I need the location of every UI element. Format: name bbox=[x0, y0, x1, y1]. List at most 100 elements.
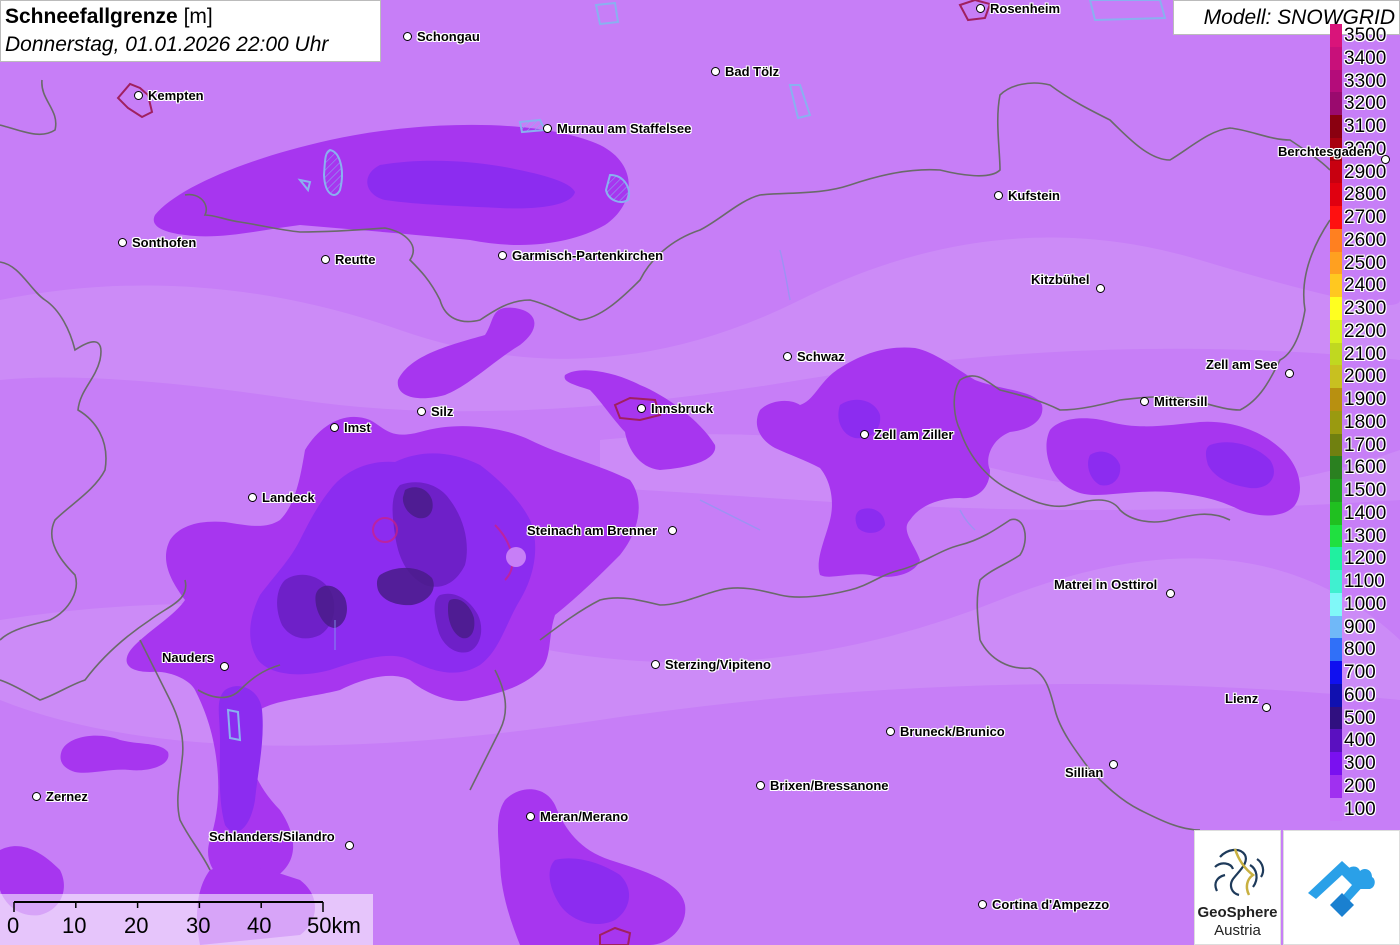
map-title-box: Schneefallgrenze [m] Donnerstag, 01.01.2… bbox=[0, 0, 381, 62]
legend-label: 2600 bbox=[1344, 229, 1387, 251]
legend-row: 3200 bbox=[1328, 92, 1400, 116]
city-dot-icon bbox=[1285, 369, 1294, 378]
map-hole bbox=[506, 547, 526, 567]
city-dot-icon bbox=[1381, 155, 1390, 164]
city-dot-icon bbox=[711, 67, 720, 76]
legend-label: 400 bbox=[1344, 730, 1376, 752]
legend-swatch bbox=[1330, 388, 1342, 411]
legend-label: 100 bbox=[1344, 798, 1376, 820]
city-label: Innsbruck bbox=[651, 401, 714, 416]
legend-swatch bbox=[1330, 183, 1342, 207]
geosphere-logo-icon bbox=[1214, 848, 1265, 897]
city-label: Bruneck/Brunico bbox=[900, 724, 1005, 739]
legend-swatch bbox=[1330, 69, 1342, 93]
scale-tick-40: 40 bbox=[247, 913, 272, 938]
legend-label: 200 bbox=[1344, 775, 1376, 797]
legend-swatch bbox=[1330, 661, 1342, 684]
legend-swatch bbox=[1330, 274, 1342, 298]
legend-row: 2600 bbox=[1328, 228, 1400, 252]
legend-label: 1100 bbox=[1344, 571, 1385, 592]
legend-label: 3100 bbox=[1344, 116, 1387, 137]
geosphere-logo[interactable]: GeoSphere Austria bbox=[1194, 830, 1281, 945]
city-label: Sterzing/Vipiteno bbox=[665, 657, 771, 672]
city-label: Kitzbühel bbox=[1031, 272, 1090, 287]
legend-label: 1200 bbox=[1344, 548, 1387, 570]
legend-row: 1900 bbox=[1328, 388, 1400, 411]
legend-swatch bbox=[1330, 501, 1342, 525]
legend-row: 2700 bbox=[1328, 206, 1400, 229]
legend-swatch bbox=[1330, 24, 1342, 47]
city-dot-icon bbox=[637, 404, 646, 413]
legend-row: 2200 bbox=[1328, 319, 1400, 343]
legend-row: 1700 bbox=[1328, 433, 1400, 457]
legend-swatch bbox=[1330, 615, 1342, 639]
city-dot-icon bbox=[32, 792, 41, 801]
city-label: Murnau am Staffelsee bbox=[557, 121, 692, 136]
legend-row: 3500 bbox=[1328, 24, 1400, 47]
cloud-mountain-logo[interactable] bbox=[1283, 830, 1400, 945]
legend-row: 2800 bbox=[1328, 183, 1400, 207]
scale-tick-10: 10 bbox=[62, 913, 87, 938]
city-label: Matrei in Osttirol bbox=[1054, 577, 1158, 592]
legend-swatch bbox=[1330, 251, 1342, 275]
legend-row: 700 bbox=[1328, 661, 1400, 684]
legend-label: 3200 bbox=[1344, 93, 1387, 115]
city-dot-icon bbox=[1262, 703, 1271, 712]
city-label: Schongau bbox=[417, 29, 480, 44]
geosphere-sub: Austria bbox=[1214, 922, 1261, 939]
city-dot-icon bbox=[1166, 589, 1175, 598]
city-dot-icon bbox=[134, 91, 143, 100]
city-label: Sillian bbox=[1065, 765, 1104, 780]
city-label: Bad Tölz bbox=[725, 64, 780, 79]
city-label: Silz bbox=[431, 404, 454, 419]
city-dot-icon bbox=[498, 251, 507, 260]
city-label: Imst bbox=[344, 420, 371, 435]
legend-row: 2100 bbox=[1328, 342, 1400, 366]
legend-label: 500 bbox=[1344, 707, 1376, 729]
legend-row: 100 bbox=[1328, 797, 1400, 821]
legend-row: 800 bbox=[1328, 638, 1400, 662]
legend-row: 300 bbox=[1328, 752, 1400, 775]
map-title: Schneefallgrenze [m] bbox=[5, 5, 213, 28]
city-label: Steinach am Brenner bbox=[527, 523, 658, 538]
legend-label: 1000 bbox=[1344, 593, 1387, 615]
legend-row: 1000 bbox=[1328, 592, 1400, 616]
city-label: Berchtesgaden bbox=[1278, 144, 1372, 159]
legend-label: 1600 bbox=[1344, 457, 1387, 479]
snowline-map[interactable] bbox=[0, 0, 1400, 945]
legend-row: 2900 bbox=[1328, 160, 1400, 184]
legend-row: 1200 bbox=[1328, 547, 1400, 571]
city-label: Brixen/Bressanone bbox=[770, 778, 889, 793]
legend-row: 400 bbox=[1328, 729, 1400, 753]
city-dot-icon bbox=[1140, 397, 1149, 406]
legend-label: 2100 bbox=[1344, 343, 1387, 365]
legend-swatch bbox=[1330, 729, 1342, 753]
legend-label: 2300 bbox=[1344, 298, 1387, 319]
legend-label: 2900 bbox=[1344, 161, 1387, 183]
legend-swatch bbox=[1330, 297, 1342, 320]
city-dot-icon bbox=[417, 407, 426, 416]
legend-label: 2400 bbox=[1344, 275, 1387, 297]
city-dot-icon bbox=[321, 255, 330, 264]
legend-swatch bbox=[1330, 92, 1342, 116]
legend-swatch bbox=[1330, 570, 1342, 593]
legend-row: 2500 bbox=[1328, 251, 1400, 275]
city-dot-icon bbox=[543, 124, 552, 133]
city-label: Sonthofen bbox=[132, 235, 197, 250]
legend-row: 1600 bbox=[1328, 456, 1400, 480]
scale-tick-0: 0 bbox=[7, 913, 20, 938]
city-dot-icon bbox=[860, 430, 869, 439]
legend-label: 1700 bbox=[1344, 434, 1387, 456]
city-dot-icon bbox=[1109, 760, 1118, 769]
city-label: Mittersill bbox=[1154, 394, 1208, 409]
scale-bar: 0 10 20 30 40 50km bbox=[0, 894, 373, 945]
legend-label: 3500 bbox=[1344, 25, 1387, 46]
legend-row: 600 bbox=[1328, 683, 1400, 707]
city-dot-icon bbox=[403, 32, 412, 41]
legend-row: 1400 bbox=[1328, 501, 1400, 525]
legend-label: 1900 bbox=[1344, 389, 1387, 410]
legend-swatch bbox=[1330, 774, 1342, 798]
city-dot-icon bbox=[330, 423, 339, 432]
city-dot-icon bbox=[118, 238, 127, 247]
legend-swatch bbox=[1330, 797, 1342, 821]
